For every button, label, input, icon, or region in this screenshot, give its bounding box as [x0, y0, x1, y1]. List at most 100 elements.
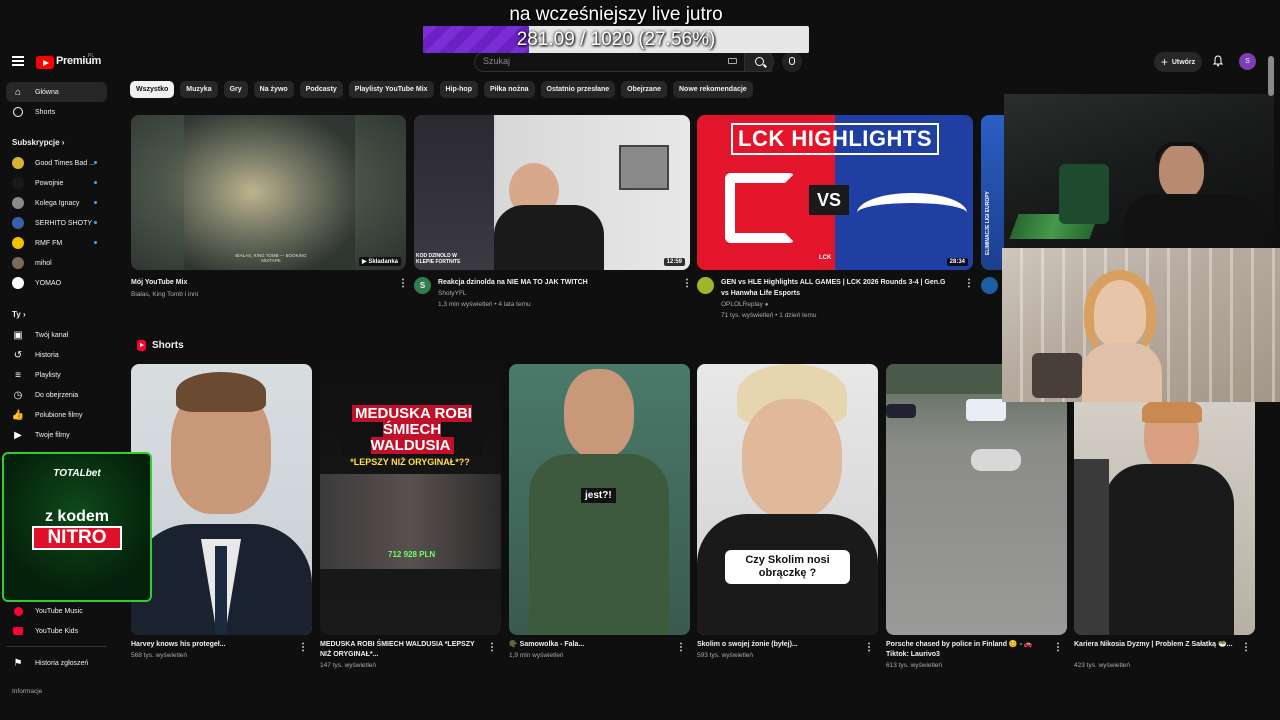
short-caption: Czy Skolim nosi obrączkę ? [725, 550, 850, 584]
channel-avatar[interactable]: S [414, 277, 431, 294]
youtube-logo-icon[interactable] [36, 56, 54, 69]
subscription-label: mihol [35, 259, 52, 267]
short-title[interactable]: MEDUSKA ROBI ŚMIECH WALDUSIA *LEPSZY NIŻ… [320, 640, 480, 660]
search-icon [755, 57, 764, 66]
video-meta: Białas, King Tomb i inni [131, 291, 199, 298]
short-thumbnail[interactable] [131, 364, 312, 635]
more-options-icon[interactable]: ⋮ [682, 279, 692, 289]
more-options-icon[interactable]: ⋮ [487, 643, 497, 653]
short-face [742, 399, 842, 519]
mix-album-caption: BIAŁAS, KING TOMB — BOOKING MIXTAPE [235, 253, 307, 263]
sidebar-item-shorts[interactable]: Shorts [6, 102, 107, 122]
subscription-item[interactable]: Powojnie [6, 173, 107, 193]
you-header[interactable]: Ty › [12, 310, 26, 319]
short-uniform [529, 454, 669, 635]
short-caption: jest?! [581, 488, 616, 503]
short-title[interactable]: Skolim o swojej żonie (byłej)... [697, 640, 857, 650]
short-title[interactable]: Porsche chased by police in Finland 😊 - … [886, 640, 1046, 660]
filter-chip[interactable]: Hip-hop [439, 81, 478, 98]
voice-search-button[interactable] [782, 52, 802, 72]
channel-avatar [12, 217, 24, 229]
subscription-label: SERHITO SHOTY [35, 219, 93, 227]
sidebar-item-like[interactable]: 👍 Polubione filmy [6, 405, 107, 425]
short-thumbnail[interactable]: MEDUSKA ROBI ŚMIECH WALDUSIA *LEPSZY NIŻ… [320, 364, 501, 635]
channel-avatar[interactable] [697, 277, 714, 294]
video-title-line-2[interactable]: vs Hanwha Life Esports [721, 288, 971, 299]
short-heading-text: MEDUSKA ROBI ŚMIECH WALDUSIA [352, 405, 472, 454]
video-thumbnail-mix[interactable]: BIAŁAS, KING TOMB — BOOKING MIXTAPE ▶ Sk… [131, 115, 406, 270]
mix-badge-label: Składanka [368, 259, 398, 265]
sidebar-info-link[interactable]: Informacje [12, 688, 42, 695]
more-options-icon[interactable]: ⋮ [864, 643, 874, 653]
more-options-icon[interactable]: ⋮ [676, 643, 686, 653]
short-thumbnail[interactable]: jest?! [509, 364, 690, 635]
video-thumbnail-lck[interactable]: LCK HIGHLIGHTS VS LCK 28:34 [697, 115, 973, 270]
search-input[interactable] [483, 56, 723, 66]
filter-chip[interactable]: Wszystko [130, 81, 175, 98]
filter-chip[interactable]: Muzyka [180, 81, 218, 98]
create-button[interactable]: + Utwórz [1154, 52, 1202, 72]
filter-chip[interactable]: Ostatnio przesłane [540, 81, 616, 98]
short-heading: MEDUSKA ROBI ŚMIECH WALDUSIA [342, 404, 482, 456]
sidebar-item-youtube-kids[interactable]: YouTube Kids [6, 621, 107, 641]
more-options-icon[interactable]: ⋮ [1053, 643, 1063, 653]
video-title-line-1[interactable]: GEN vs HLE Highlights ALL GAMES | LCK 20… [721, 277, 971, 288]
short-hair [176, 372, 266, 412]
page-scrollbar[interactable] [1268, 56, 1274, 96]
logo-premium-text[interactable]: Premium [56, 55, 101, 67]
filter-chip[interactable]: Na żywo [253, 81, 294, 98]
video-thumbnail-reaction[interactable]: KOD DZINOLD W KLEPIE FORTNITE 12:59 [414, 115, 690, 270]
menu-icon[interactable] [12, 56, 24, 66]
shorts-icon [12, 106, 24, 118]
sidebar-item-youtube-music[interactable]: YouTube Music [6, 601, 107, 621]
short-title[interactable]: 🪖 Samowolka - Fala... [509, 640, 669, 650]
keyboard-icon[interactable] [728, 58, 737, 64]
search-button[interactable] [744, 52, 774, 72]
short-title[interactable]: Harvey knows his protegeł... [131, 640, 291, 650]
subscription-item[interactable]: mihol [6, 253, 107, 273]
sidebar-item-playlist[interactable]: ≡ Playlisty [6, 365, 107, 385]
video-title[interactable]: Mój YouTube Mix [131, 277, 381, 288]
filter-chip[interactable]: Nowe rekomendacje [673, 81, 753, 98]
new-content-dot [94, 241, 97, 244]
short-thumbnail[interactable] [886, 364, 1067, 635]
shorts-section-header: Shorts [137, 340, 184, 351]
filter-chip[interactable]: Playlisty YouTube Mix [348, 81, 434, 98]
short-title[interactable]: Kariera Nikosia Dyzmy | Problem Z Sałatk… [1074, 640, 1234, 650]
sidebar-item-channel[interactable]: ▣ Twój kanał [6, 325, 107, 345]
video-title[interactable]: Reakcja dzinolda na NIE MA TO JAK TWITCH [438, 277, 678, 288]
more-options-icon[interactable]: ⋮ [1241, 643, 1251, 653]
subscription-item[interactable]: RMF FM [6, 233, 107, 253]
subscription-label: YOMAO [35, 279, 62, 287]
subscription-item[interactable]: Kolega Ignacy [6, 193, 107, 213]
subscription-item[interactable]: Good Times Bad ... [6, 153, 107, 173]
short-thumbnail[interactable] [1074, 364, 1255, 635]
new-content-dot [94, 181, 97, 184]
subscriptions-header[interactable]: Subskrypcje › [12, 138, 64, 147]
video-duration: 12:59 [663, 258, 685, 266]
pillow [1032, 353, 1082, 398]
subscription-item[interactable]: SERHITO SHOTY [6, 213, 107, 233]
filter-chip[interactable]: Obejrzane [621, 81, 667, 98]
filter-chip[interactable]: Gry [223, 81, 248, 98]
more-options-icon[interactable]: ⋮ [964, 279, 974, 289]
history-icon: ↺ [13, 349, 23, 361]
channel-avatar[interactable] [981, 277, 998, 294]
flag-icon: ⚑ [13, 657, 23, 669]
account-avatar[interactable]: S [1239, 53, 1256, 70]
sidebar-item-history[interactable]: ↺ Historia [6, 345, 107, 365]
sidebar-item-report-history[interactable]: ⚑ Historia zgłoszeń [6, 653, 107, 673]
short-thumbnail[interactable]: Czy Skolim nosi obrączkę ? [697, 364, 878, 635]
notifications-bell-icon[interactable] [1212, 55, 1224, 67]
more-options-icon[interactable]: ⋮ [398, 279, 408, 289]
sidebar-item-watch-later[interactable]: ◷ Do obejrzenia [6, 385, 107, 405]
filter-chip[interactable]: Piłka nożna [483, 81, 535, 98]
channel-avatar [12, 197, 24, 209]
sidebar-item-home[interactable]: ⌂ Główna [6, 82, 107, 102]
filter-chip[interactable]: Podcasty [299, 81, 343, 98]
subscription-item[interactable]: YOMAO [6, 273, 107, 293]
channel-name[interactable]: ShotyYFL [438, 288, 467, 299]
more-options-icon[interactable]: ⋮ [298, 643, 308, 653]
sidebar-item-your-videos[interactable]: ▶ Twoje filmy [6, 425, 107, 445]
short-views: 613 tys. wyświetleń [886, 662, 942, 669]
